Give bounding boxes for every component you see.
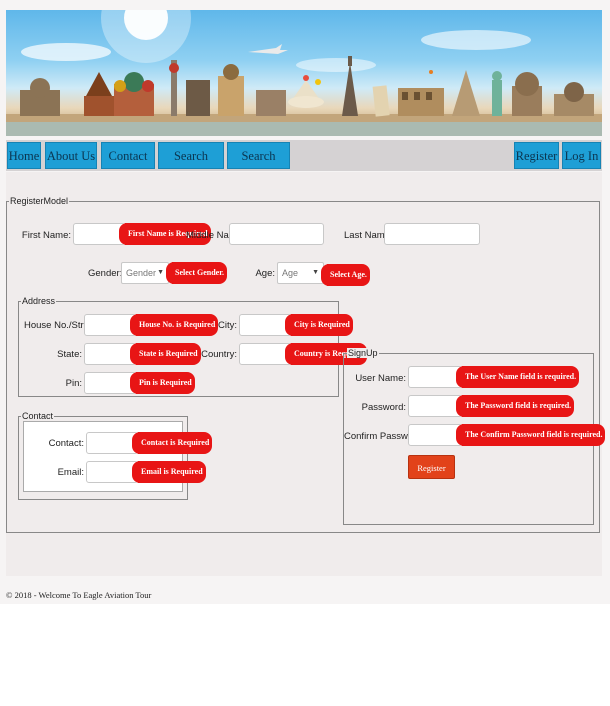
gender-error: Select Gender. [165,262,228,284]
contact-label: Contact: [48,438,84,449]
age-label: Age: [255,268,275,279]
state-error: State is Required [130,343,201,365]
confirm-password-input[interactable] [408,424,462,446]
header-banner-image [6,10,602,136]
state-input[interactable] [84,343,136,365]
nav-contact-button[interactable]: Contact Us [101,142,155,190]
address-legend: Address [21,296,57,306]
confirm-password-error: The Confirm Password field is required. [455,424,606,446]
gender-select[interactable]: Gender ▼ [121,262,169,284]
nav-search-ticket-button[interactable]: Search Ticket [158,142,224,190]
register-model-legend: RegisterModel [9,196,70,206]
house-label: House No./Street: [24,320,100,331]
house-input[interactable] [84,314,136,336]
pin-error: Pin is Required [130,372,195,394]
house-error: House No. is Required [129,314,219,336]
password-input[interactable] [408,395,462,417]
gender-label: Gender: [88,268,123,279]
email-label: Email: [57,467,84,478]
contact-error: Contact is Required [131,432,213,454]
register-submit-button[interactable]: Register [408,455,455,479]
age-error: Select Age. [321,264,370,286]
contact-input[interactable] [86,432,138,454]
email-input[interactable] [86,461,138,483]
page-bottom [0,604,610,706]
nav-search-hotel-button[interactable]: Search Hotel [227,142,290,190]
city-input[interactable] [239,314,291,336]
middle-name-label: Middle Name: [186,230,245,241]
chevron-down-icon: ▼ [157,269,164,276]
pin-label: Pin: [65,378,82,389]
gender-select-value: Gender [126,268,157,278]
username-label: User Name: [355,373,406,384]
contact-legend: Contact [21,411,55,421]
last-name-input[interactable] [384,223,480,245]
city-label: City: [218,320,237,331]
city-error: City is Required [285,314,353,336]
nav-about-button[interactable]: About Us [45,142,97,169]
confirm-password-label: Confirm Password: [344,431,425,442]
password-error: The Password field is required. [455,395,575,417]
pin-input[interactable] [84,372,136,394]
age-select-value: Age [282,268,299,278]
password-label: Password: [361,402,406,413]
username-input[interactable] [408,366,462,388]
state-label: State: [57,349,82,360]
age-select[interactable]: Age ▼ [277,262,324,284]
country-label: Country: [201,349,237,360]
country-input[interactable] [239,343,291,365]
username-error: The User Name field is required. [455,366,580,388]
nav-login-button[interactable]: Log In [562,142,601,169]
nav-register-button[interactable]: Register [514,142,559,169]
first-name-input[interactable] [73,223,125,245]
chevron-down-icon: ▼ [312,269,319,276]
middle-name-input[interactable] [229,223,324,245]
footer-text: © 2018 - Welcome To Eagle Aviation Tour [6,590,152,600]
last-name-label: Last Name: [344,230,393,241]
page: Home About Us Contact Us Search Ticket S… [0,0,610,706]
signup-legend: SignUp [347,348,379,358]
first-name-label: First Name: [21,230,71,241]
nav-home-button[interactable]: Home [7,142,41,169]
email-error: Email is Required [132,461,206,483]
